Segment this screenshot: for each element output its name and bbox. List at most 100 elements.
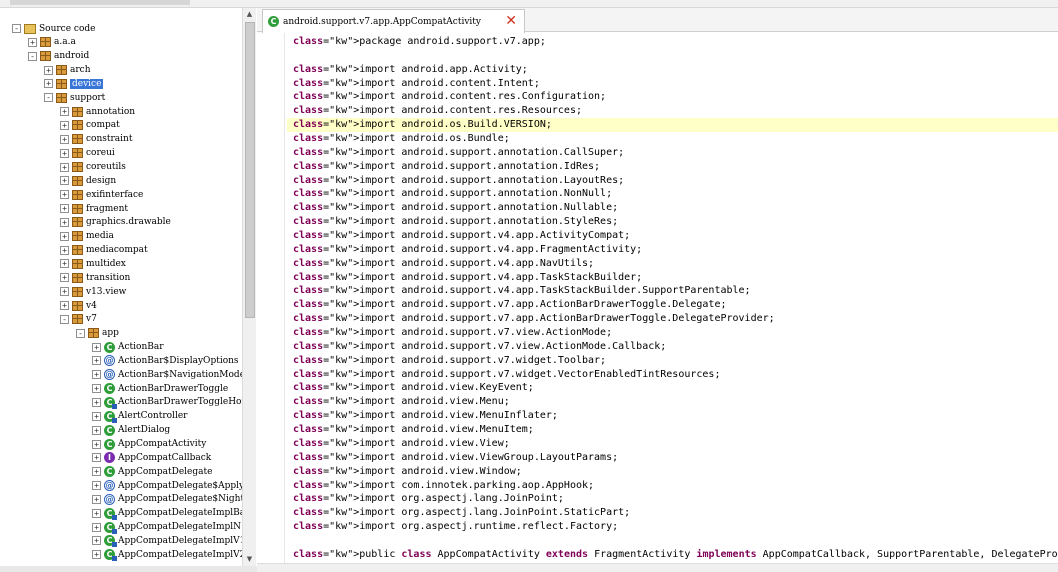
expand-toggle-icon[interactable]: + — [44, 65, 53, 75]
collapse-toggle-icon[interactable]: - — [12, 24, 21, 33]
code-line[interactable]: class="kw">import android.support.annota… — [293, 215, 1058, 229]
scrollbar-thumb[interactable] — [245, 22, 255, 318]
expand-toggle-icon[interactable]: + — [60, 231, 69, 241]
expand-toggle-icon[interactable]: + — [92, 550, 101, 560]
scroll-down-arrow-icon[interactable]: ▼ — [243, 553, 256, 566]
tree-item[interactable]: + C AlertDialog — [92, 424, 170, 437]
code-line[interactable]: class="kw">import android.content.Intent… — [293, 77, 1058, 91]
tree-item[interactable]: + C AppCompatDelegateImplN — [92, 521, 241, 534]
tree-item[interactable]: + multidex — [60, 257, 126, 270]
code-line[interactable]: class="kw">import android.support.annota… — [293, 160, 1058, 174]
code-line[interactable]: class="kw">import android.support.v7.app… — [293, 298, 1058, 312]
code-line[interactable]: class="kw">import android.support.v7.wid… — [293, 368, 1058, 382]
tree-item[interactable]: + graphics.drawable — [60, 216, 171, 229]
code-line[interactable]: class="kw">import android.support.annota… — [293, 187, 1058, 201]
collapse-toggle-icon[interactable]: - — [44, 93, 53, 103]
code-line[interactable]: class="kw">import android.support.annota… — [293, 201, 1058, 215]
tree-item[interactable]: + device — [44, 77, 104, 90]
code-line[interactable]: class="kw">import android.os.Build.VERSI… — [287, 118, 1058, 133]
expand-toggle-icon[interactable]: + — [60, 301, 69, 310]
code-line[interactable]: class="kw">import android.view.KeyEvent; — [293, 381, 1058, 395]
tree-item[interactable]: + arch — [44, 64, 91, 77]
tree-item[interactable]: + constraint — [60, 133, 132, 146]
expand-toggle-icon[interactable]: + — [44, 79, 53, 89]
expand-toggle-icon[interactable]: + — [60, 287, 69, 297]
expand-toggle-icon[interactable]: + — [60, 204, 69, 214]
code-line[interactable]: class="kw">import org.aspectj.runtime.re… — [293, 520, 1058, 534]
code-line[interactable]: class="kw">import android.view.Menu; — [293, 395, 1058, 409]
expand-toggle-icon[interactable]: + — [60, 176, 69, 186]
tree-item[interactable]: + C ActionBar — [92, 341, 164, 354]
tree-item[interactable]: + compat — [60, 119, 120, 132]
expand-toggle-icon[interactable]: + — [92, 425, 101, 435]
expand-toggle-icon[interactable]: + — [60, 148, 69, 158]
code-line[interactable]: class="kw">import android.view.MenuInfla… — [293, 409, 1058, 423]
expand-toggle-icon[interactable]: + — [92, 397, 101, 407]
code-line[interactable]: class="kw">import android.support.v4.app… — [293, 284, 1058, 298]
tree-item[interactable]: + C AppCompatDelegateImplV23 — [92, 548, 251, 562]
expand-toggle-icon[interactable]: + — [60, 245, 69, 255]
code-line[interactable]: class="kw">import android.content.res.Co… — [293, 90, 1058, 104]
expand-toggle-icon[interactable]: + — [92, 342, 101, 352]
tree-item[interactable]: + C AppCompatDelegateImplBase — [92, 507, 255, 520]
code-line[interactable]: class="kw">import android.support.v7.vie… — [293, 340, 1058, 354]
tree-item[interactable]: + design — [60, 174, 116, 187]
expand-toggle-icon[interactable]: + — [92, 370, 101, 380]
expand-toggle-icon[interactable]: + — [60, 120, 69, 130]
collapse-toggle-icon[interactable]: - — [60, 314, 69, 324]
expand-toggle-icon[interactable]: + — [92, 522, 101, 532]
code-line[interactable]: class="kw">public class AppCompatActivit… — [293, 548, 1058, 562]
code-line[interactable]: class="kw">import android.support.v7.wid… — [293, 354, 1058, 368]
code-line[interactable]: class="kw">import android.support.annota… — [293, 146, 1058, 160]
code-line[interactable]: class="kw">import android.support.v7.app… — [293, 312, 1058, 326]
code-line[interactable]: class="kw">import com.innotek.parking.ao… — [293, 479, 1058, 493]
code-line[interactable] — [293, 534, 1058, 548]
expand-toggle-icon[interactable]: + — [92, 536, 101, 546]
source-code[interactable]: class="kw">package android.support.v7.ap… — [287, 35, 1058, 562]
expand-toggle-icon[interactable]: + — [60, 190, 69, 200]
tree-item[interactable]: - v7 — [60, 313, 97, 326]
tree-item[interactable]: + C AppCompatDelegateImplV14 — [92, 534, 251, 548]
tree-item[interactable]: + C AppCompatActivity — [92, 438, 206, 451]
expand-toggle-icon[interactable]: + — [60, 162, 69, 172]
expand-toggle-icon[interactable]: + — [92, 411, 101, 421]
expand-toggle-icon[interactable]: + — [60, 217, 69, 227]
tree-item[interactable]: + a.a.a — [28, 36, 76, 49]
code-line[interactable]: class="kw">package android.support.v7.ap… — [293, 35, 1058, 49]
tree-item[interactable]: + C AlertController — [92, 410, 187, 423]
tree-vertical-scrollbar[interactable]: ▲ ▼ — [242, 8, 256, 566]
tree-item[interactable]: + v4 — [60, 299, 97, 312]
tree-item[interactable]: + @ ActionBar$NavigationMode — [92, 368, 245, 381]
package-explorer-tree[interactable]: - Source code + a.a.a - android + arch + device - s… — [0, 8, 256, 566]
tree-item[interactable]: + C ActionBarDrawerToggle — [92, 382, 228, 395]
tree-item[interactable]: + mediacompat — [60, 244, 148, 257]
expand-toggle-icon[interactable]: + — [92, 384, 101, 394]
scroll-up-arrow-icon[interactable]: ▲ — [243, 8, 256, 21]
tree-item[interactable]: - Source code — [12, 22, 95, 35]
code-line[interactable]: class="kw">import org.aspectj.lang.JoinP… — [293, 506, 1058, 520]
code-line[interactable]: class="kw">import android.app.Activity; — [293, 63, 1058, 77]
expand-toggle-icon[interactable]: + — [92, 453, 101, 463]
code-line[interactable]: class="kw">import android.os.Bundle; — [293, 132, 1058, 146]
code-line[interactable]: class="kw">import android.support.v4.app… — [293, 271, 1058, 285]
code-line[interactable]: class="kw">import android.view.View; — [293, 437, 1058, 451]
tree-item[interactable]: + @ AppCompatDelegate$NightMo — [92, 493, 255, 506]
expand-toggle-icon[interactable]: + — [92, 508, 101, 518]
tree-item[interactable]: + C AppCompatDelegate — [92, 465, 212, 478]
editor-horizontal-scrollbar[interactable] — [257, 563, 1058, 572]
code-line[interactable]: class="kw">import android.support.annota… — [293, 174, 1058, 188]
code-line[interactable]: class="kw">import org.aspectj.lang.JoinP… — [293, 492, 1058, 506]
tree-item[interactable]: + annotation — [60, 105, 135, 118]
tree-item[interactable]: + v13.view — [60, 285, 126, 298]
tree-item[interactable]: + @ AppCompatDelegate$Applyab — [92, 479, 255, 492]
tree-item[interactable]: + coreutils — [60, 161, 126, 174]
code-line[interactable]: class="kw">import android.view.Window; — [293, 465, 1058, 479]
expand-toggle-icon[interactable]: + — [92, 356, 101, 366]
expand-toggle-icon[interactable]: + — [60, 259, 69, 269]
tree-item[interactable]: - android — [28, 50, 89, 63]
expand-toggle-icon[interactable]: + — [92, 494, 101, 504]
expand-toggle-icon[interactable]: + — [60, 273, 69, 283]
tree-item[interactable]: + I AppCompatCallback — [92, 451, 211, 464]
expand-toggle-icon[interactable]: + — [60, 107, 69, 117]
code-line[interactable]: class="kw">import android.content.res.Re… — [293, 104, 1058, 118]
